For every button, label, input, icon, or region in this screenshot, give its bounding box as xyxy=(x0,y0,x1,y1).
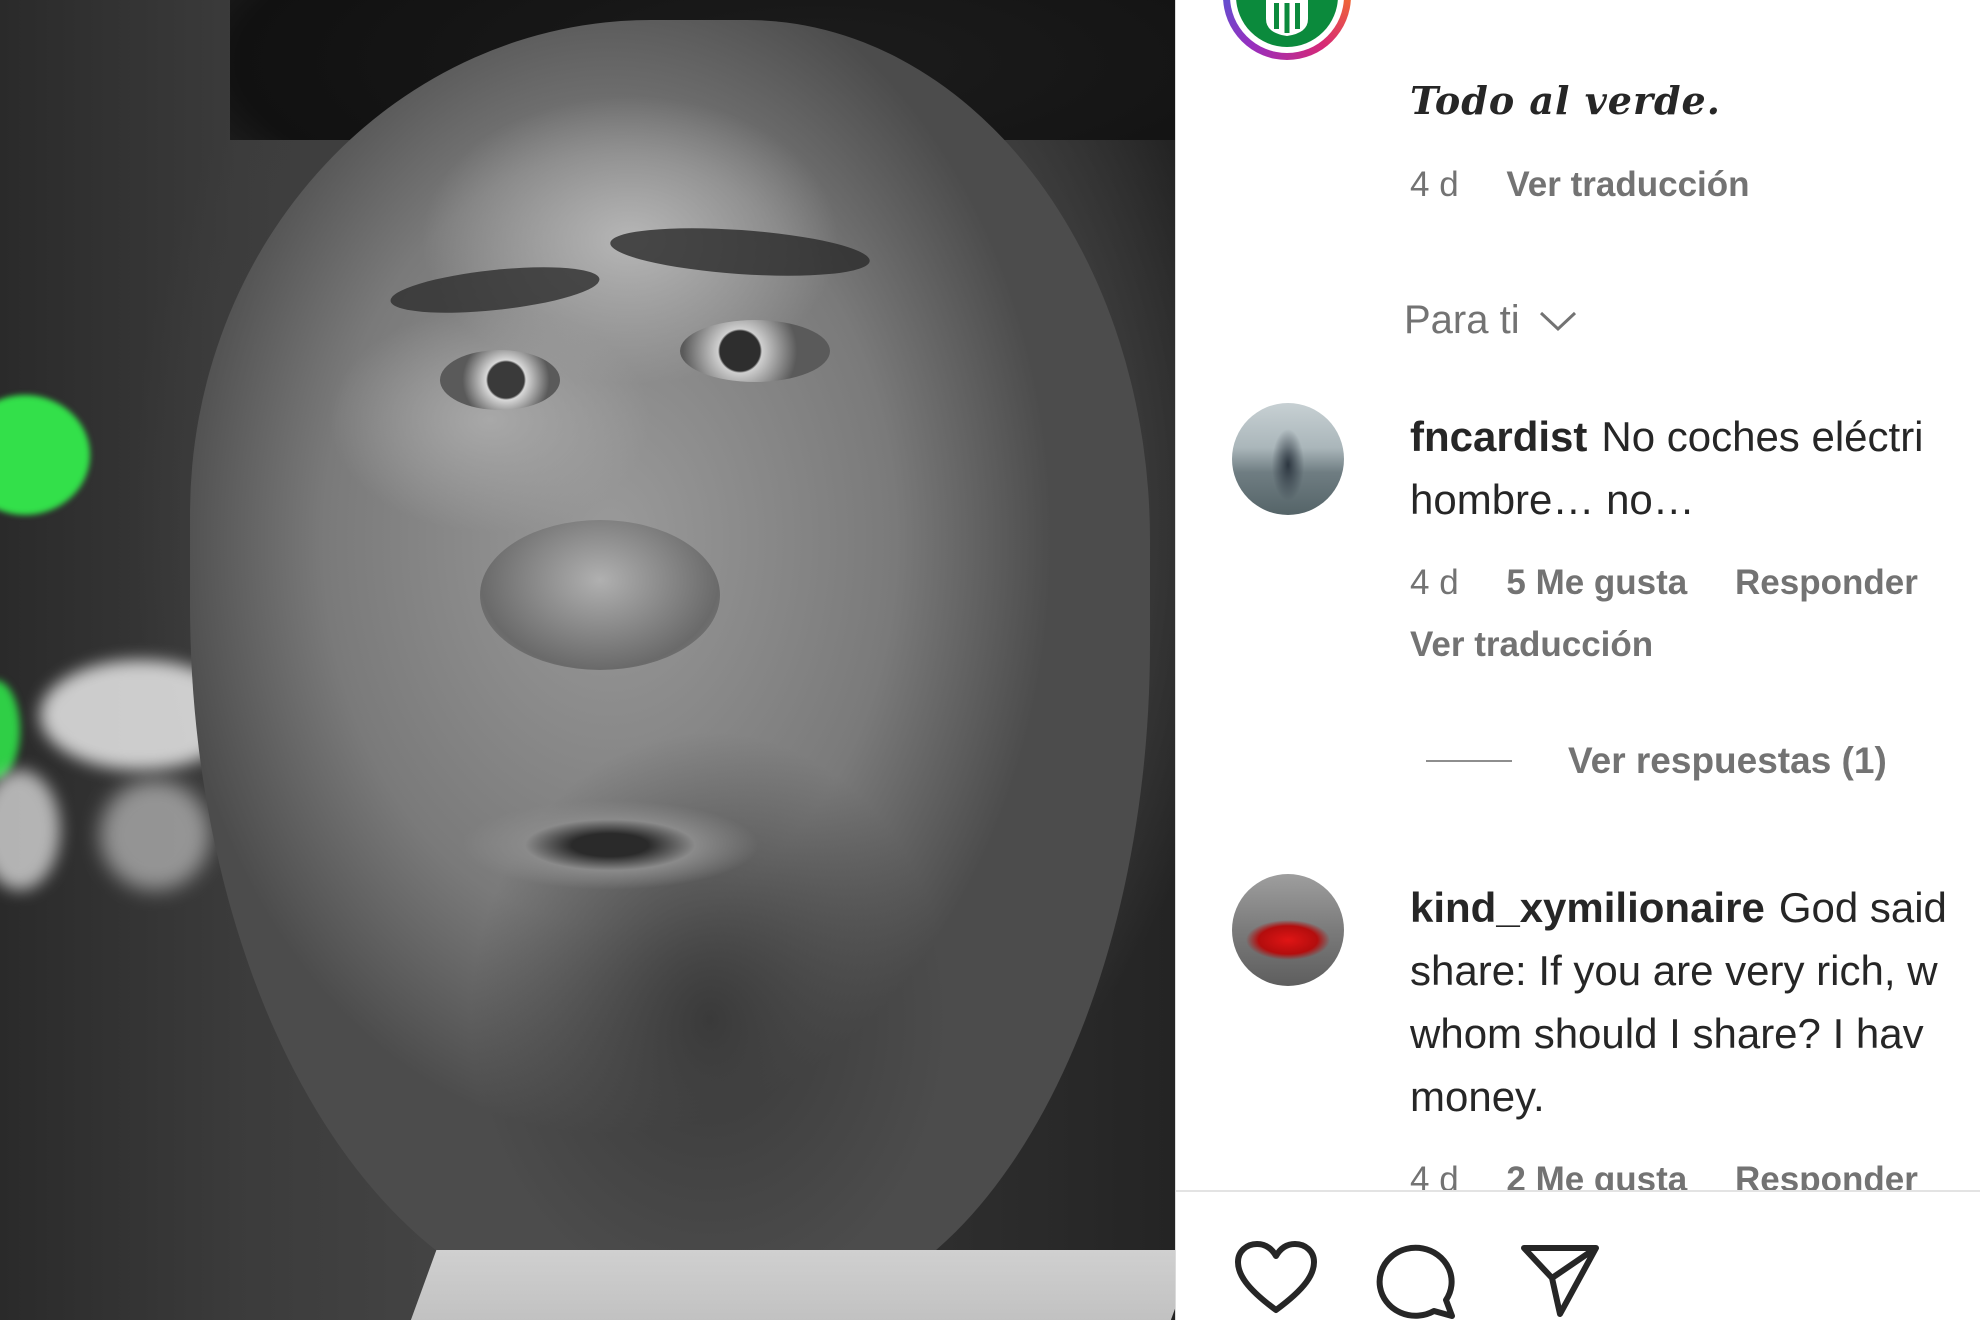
comment-time: 4 d xyxy=(1410,563,1459,602)
send-icon[interactable] xyxy=(1518,1240,1602,1320)
commenter-avatar[interactable] xyxy=(1232,874,1344,986)
caption-time: 4 d xyxy=(1410,165,1459,204)
comment-meta: 4 d 5 Me gusta Responder xyxy=(1410,563,1956,603)
comment-time: 4 d xyxy=(1410,1160,1459,1190)
comment-text: kind_xymilionaire God said share: If you … xyxy=(1410,876,1980,1128)
comment-body-line: share: If you are very rich, w xyxy=(1410,947,1938,994)
comments-panel: Todo al verde. 4 d Ver traducción Para t… xyxy=(1175,0,1980,1320)
comments-scroll-area[interactable]: Todo al verde. 4 d Ver traducción Para t… xyxy=(1176,0,1980,1190)
commenter-avatar[interactable] xyxy=(1232,403,1344,515)
comment-body-line: No coches eléctri xyxy=(1601,413,1924,460)
post-caption: Todo al verde. xyxy=(1410,78,1721,123)
replies-divider-line xyxy=(1426,760,1512,762)
comment-body-line: money. xyxy=(1410,1073,1545,1120)
comment-body-line: hombre… no… xyxy=(1410,476,1695,523)
comment-body-line: God said xyxy=(1778,884,1947,931)
comment-likes-link[interactable]: 2 Me gusta xyxy=(1506,1160,1687,1190)
caption-meta: 4 d Ver traducción xyxy=(1410,165,1788,205)
comment-username[interactable]: kind_xymilionaire xyxy=(1410,884,1765,931)
view-replies-label: Ver respuestas (1) xyxy=(1568,740,1887,781)
view-replies-button[interactable]: Ver respuestas (1) xyxy=(1426,740,1887,782)
actions-divider xyxy=(1176,1190,1980,1192)
comment-sort-dropdown[interactable]: Para ti xyxy=(1404,298,1578,343)
sort-label: Para ti xyxy=(1404,298,1520,342)
chevron-down-icon xyxy=(1539,311,1576,331)
comment-likes-link[interactable]: 5 Me gusta xyxy=(1506,563,1687,602)
post-actions-bar xyxy=(1234,1240,1602,1320)
comment-body-line: whom should I share? I hav xyxy=(1410,1010,1924,1057)
reply-button[interactable]: Responder xyxy=(1735,1160,1918,1190)
comment-meta: 4 d 2 Me gusta Responder xyxy=(1410,1160,1956,1190)
comment-icon[interactable] xyxy=(1376,1240,1460,1320)
comment-translate-row: Ver traducción xyxy=(1410,625,1691,665)
reply-button[interactable]: Responder xyxy=(1735,563,1918,602)
post-author-avatar[interactable] xyxy=(1223,0,1351,60)
comment-translate-link[interactable]: Ver traducción xyxy=(1410,625,1653,664)
comment-text: fncardist No coches eléctri hombre… no… xyxy=(1410,405,1980,531)
comment-username[interactable]: fncardist xyxy=(1410,413,1587,460)
heart-icon[interactable] xyxy=(1234,1240,1318,1316)
caption-translate-link[interactable]: Ver traducción xyxy=(1506,165,1749,204)
post-photo xyxy=(0,0,1175,1320)
club-crest-icon xyxy=(1236,0,1338,47)
